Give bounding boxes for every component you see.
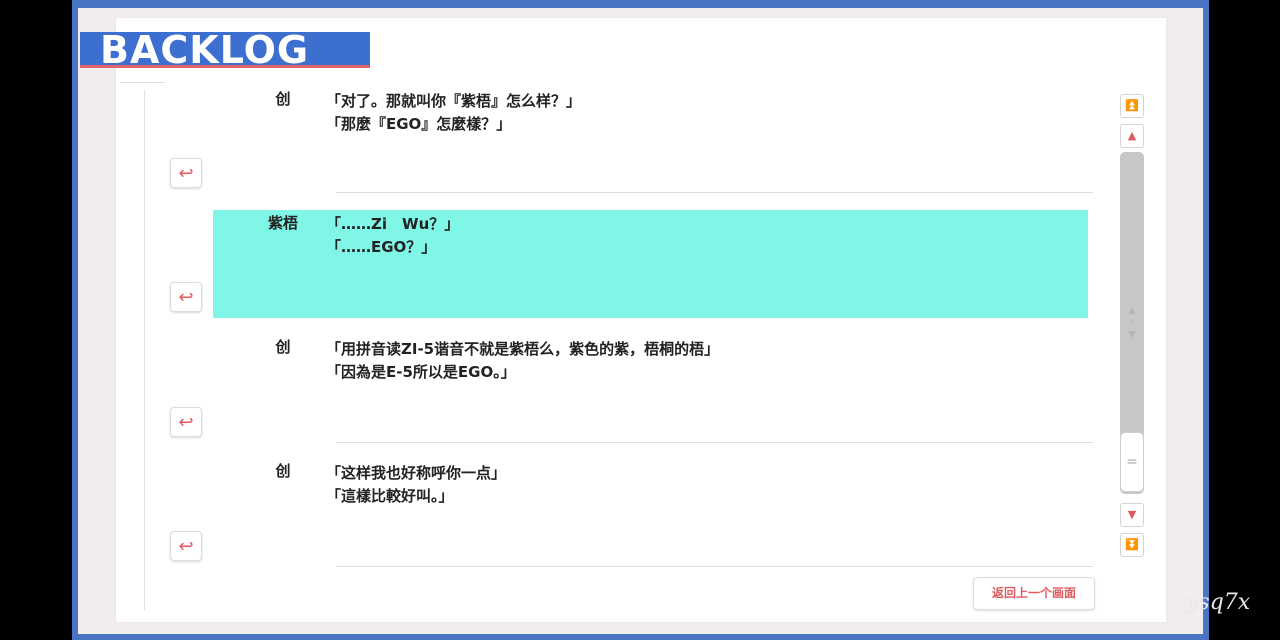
backlog-title: BACKLOG	[80, 32, 370, 68]
backlog-entry[interactable]: 创 「对了。那就叫你『紫梧』怎么样？」 「那麼『EGO』怎麼樣？」	[213, 80, 1088, 188]
speaker-name: 紫梧	[267, 214, 298, 232]
scroll-bottom-button[interactable]: ⏬	[1120, 533, 1144, 557]
decorative-line	[144, 90, 145, 610]
scroll-grip-icon: ▲ • ▼	[1128, 306, 1136, 340]
speaker-name: 创	[275, 462, 291, 480]
replay-voice-icon: ↩	[178, 536, 194, 557]
dialogue-line: 「对了。那就叫你『紫梧』怎么样？」	[326, 92, 582, 110]
decorative-line	[120, 82, 165, 83]
entry-divider	[336, 566, 1093, 567]
scrollbar-thumb[interactable]: =	[1120, 432, 1144, 492]
double-down-icon: ⏬	[1125, 538, 1139, 551]
down-icon: ▼	[1127, 508, 1137, 521]
speaker-name: 创	[275, 338, 291, 356]
dialogue-line: 「用拼音读ZI-5谐音不就是紫梧么，紫色的紫，梧桐的梧」	[326, 340, 720, 358]
entry-divider	[336, 192, 1093, 193]
dialogue-line-translation: 「那麼『EGO』怎麼樣？」	[326, 115, 512, 133]
backlog-entry-selected[interactable]: 紫梧 「……Zi Wu？」 「……EGO？」	[213, 210, 1088, 318]
replay-voice-button[interactable]: ↩	[170, 158, 202, 188]
dialogue-line-translation: 「……EGO？」	[326, 238, 437, 256]
entry-divider	[336, 442, 1093, 443]
double-up-icon: ⏫	[1125, 99, 1139, 112]
backlog-entry[interactable]: 创 「用拼音读ZI-5谐音不就是紫梧么，紫色的紫，梧桐的梧」 「因為是E-5所以…	[213, 328, 1088, 436]
replay-voice-button[interactable]: ↩	[170, 407, 202, 437]
speaker-name: 创	[275, 90, 291, 108]
replay-voice-icon: ↩	[178, 287, 194, 308]
dialogue-line-translation: 「這樣比較好叫。」	[326, 487, 454, 505]
replay-voice-icon: ↩	[178, 412, 194, 433]
dialogue-line: 「这样我也好称呼你一点」	[326, 464, 507, 482]
replay-voice-button[interactable]: ↩	[170, 531, 202, 561]
watermark: ysq7x	[1186, 590, 1251, 615]
dialogue-line-translation: 「因為是E-5所以是EGO。」	[326, 363, 516, 381]
up-icon: ▲	[1127, 129, 1137, 142]
backlog-entry[interactable]: 创 「这样我也好称呼你一点」 「這樣比較好叫。」	[213, 452, 1088, 560]
scroll-down-button[interactable]: ▼	[1120, 503, 1144, 527]
scroll-top-button[interactable]: ⏫	[1120, 94, 1144, 118]
scroll-up-button[interactable]: ▲	[1120, 124, 1144, 148]
dialogue-line: 「……Zi Wu？」	[326, 215, 460, 233]
back-to-previous-screen-button[interactable]: 返回上一个画面	[973, 577, 1095, 610]
replay-voice-button[interactable]: ↩	[170, 282, 202, 312]
replay-voice-icon: ↩	[178, 163, 194, 184]
